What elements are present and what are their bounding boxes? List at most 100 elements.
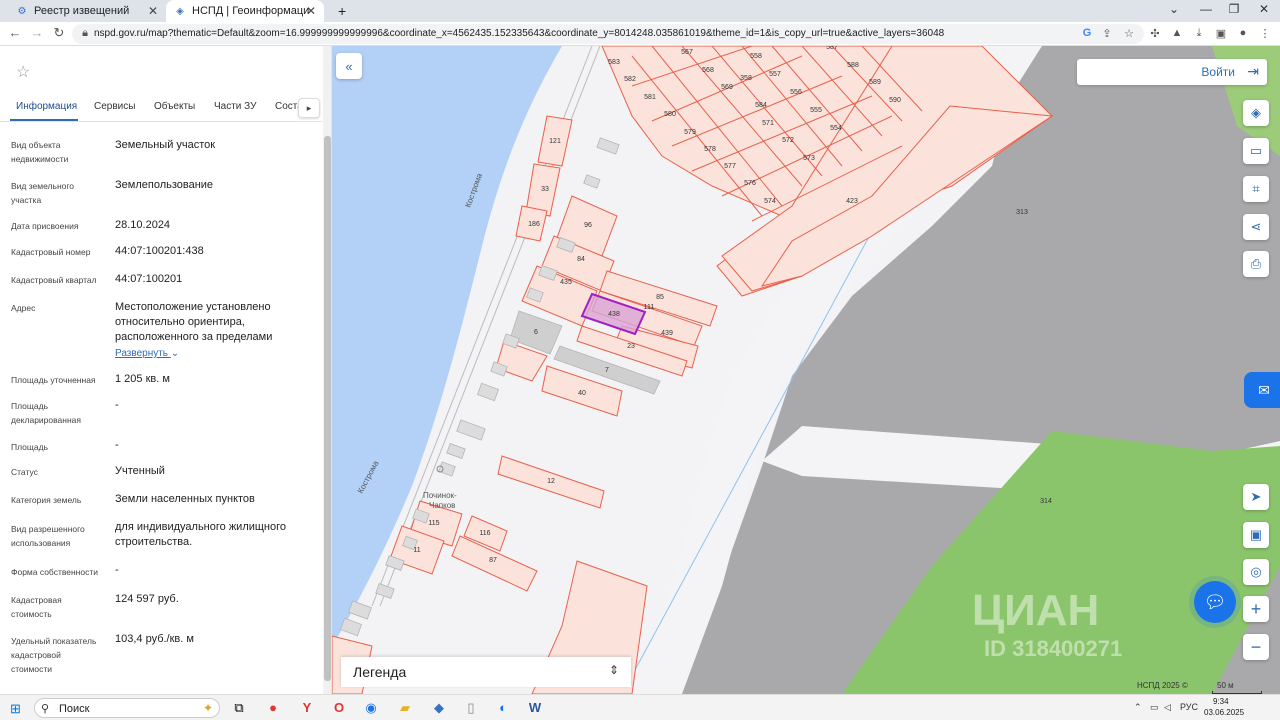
- parcel-label: 87: [489, 557, 497, 564]
- url-text[interactable]: nspd.gov.ru/map?thematic=Default&zoom=16…: [94, 28, 944, 39]
- sparkle-icon: ✦: [202, 701, 213, 715]
- login-label: Войти: [1201, 65, 1235, 79]
- taskbar-search[interactable]: ⚲ Поиск ✦: [34, 698, 220, 718]
- ruler-button[interactable]: ▭: [1243, 138, 1269, 164]
- download-icon[interactable]: ⤓: [1192, 27, 1206, 40]
- field-value: 44:07:100201: [115, 273, 183, 285]
- volume-icon[interactable]: ◁: [1164, 702, 1171, 713]
- close-tab-icon[interactable]: ✕: [306, 4, 316, 18]
- select-area-button[interactable]: ⌗: [1243, 176, 1269, 202]
- clock-date[interactable]: 03.06.2025: [1204, 708, 1244, 717]
- browser-tab-nspd[interactable]: ◈ НСПД | Геоинформационный п ✕: [166, 0, 324, 22]
- field-label: Вид разрешенного использования: [11, 524, 85, 548]
- legend-toggle-icon[interactable]: ⇕: [609, 663, 619, 677]
- tabs-scroll-right-button[interactable]: ▸: [298, 98, 320, 118]
- task-view-icon[interactable]: ⧉: [230, 699, 248, 717]
- geo-search-button[interactable]: ◎: [1243, 559, 1269, 585]
- collapse-panel-button[interactable]: «: [336, 53, 362, 79]
- zoom-in-button[interactable]: +: [1243, 596, 1269, 622]
- legend-bar[interactable]: Легенда ⇕: [341, 657, 631, 687]
- browser-tab-title: Реестр извещений: [34, 5, 130, 17]
- login-button[interactable]: Войти ⇥: [1077, 59, 1267, 85]
- expand-label: Развернуть: [115, 348, 169, 359]
- field-value: 1 205 кв. м: [115, 373, 170, 385]
- parcel-label: 587: [826, 46, 838, 51]
- tray-chevron-icon[interactable]: ⌃: [1134, 702, 1142, 713]
- parcel-label: 186: [528, 221, 540, 228]
- cadastral-map[interactable]: 567 583 568 558 587 588 582 569 358 557 …: [332, 46, 1280, 694]
- favorite-star-icon[interactable]: ☆: [16, 62, 30, 82]
- close-window-button[interactable]: ✕: [1254, 2, 1274, 16]
- layers-button[interactable]: ◈: [1243, 100, 1269, 126]
- close-tab-icon[interactable]: ✕: [148, 4, 158, 18]
- network-icon[interactable]: ▭: [1150, 702, 1159, 713]
- tab-search-icon[interactable]: ⌄: [1164, 2, 1184, 16]
- minimap-button[interactable]: ▣: [1243, 522, 1269, 548]
- sidebar-icon[interactable]: ▣: [1214, 27, 1228, 40]
- app-icon[interactable]: ◆: [430, 699, 448, 717]
- opera-icon[interactable]: O: [330, 699, 348, 717]
- search-icon: ⚲: [41, 703, 50, 715]
- maximize-button[interactable]: ❐: [1224, 2, 1244, 16]
- nspd-favicon-icon: ◈: [176, 5, 184, 17]
- reload-icon[interactable]: ↻: [50, 25, 68, 41]
- tab-parts[interactable]: Части ЗУ: [214, 101, 256, 112]
- parcel-label: 578: [704, 146, 716, 153]
- parcel-label: 574: [764, 198, 776, 205]
- tab-services[interactable]: Сервисы: [94, 101, 135, 112]
- river: [332, 46, 562, 646]
- parcel-label: 6: [534, 329, 538, 336]
- share-icon[interactable]: ⇪: [1100, 27, 1114, 40]
- my-location-button[interactable]: ➤: [1243, 484, 1269, 510]
- support-side-tab[interactable]: ✉: [1244, 372, 1280, 408]
- zoom-out-button[interactable]: −: [1243, 634, 1269, 660]
- google-icon[interactable]: G: [1080, 27, 1094, 39]
- windows-start-icon[interactable]: ⊞: [10, 701, 21, 717]
- site-info-icon[interactable]: 🔒︎: [78, 27, 92, 40]
- map-canvas[interactable]: 567 583 568 558 587 588 582 569 358 557 …: [332, 46, 1280, 694]
- clock-time[interactable]: 9:34: [1213, 697, 1229, 706]
- parcel-label: 580: [664, 111, 676, 118]
- parcel-label: 556: [790, 89, 802, 96]
- chat-button[interactable]: 💬︎: [1194, 581, 1236, 623]
- menu-icon[interactable]: ⋮: [1258, 27, 1272, 40]
- share-map-button[interactable]: ⋖: [1243, 214, 1269, 240]
- field-label: Кадастровый номер: [11, 247, 91, 257]
- profile-icon[interactable]: ●: [1236, 27, 1250, 39]
- parcel-label: 572: [782, 137, 794, 144]
- building: [339, 617, 363, 637]
- browser-tab-title: НСПД | Геоинформационный п: [192, 5, 310, 17]
- parcel-label: 423: [846, 198, 858, 205]
- minimize-button[interactable]: —: [1196, 2, 1216, 16]
- expand-link[interactable]: Развернуть ⌄: [115, 348, 179, 359]
- panel-scrollbar-thumb[interactable]: [324, 136, 331, 681]
- back-icon[interactable]: ←: [6, 25, 24, 40]
- field-label: Площадь: [11, 442, 49, 452]
- yandex-icon[interactable]: ●: [264, 699, 282, 717]
- login-icon: ⇥: [1247, 63, 1259, 79]
- parcel-label: 358: [740, 75, 752, 82]
- language-indicator[interactable]: РУС: [1180, 702, 1198, 712]
- tab-info[interactable]: Информация: [16, 101, 77, 112]
- building: [596, 137, 620, 155]
- file-explorer-icon[interactable]: ▰: [396, 699, 414, 717]
- field-label: Категория земель: [11, 495, 82, 505]
- extension-icon[interactable]: ▲: [1170, 27, 1184, 39]
- document-icon[interactable]: ▯: [462, 699, 480, 717]
- word-icon[interactable]: W: [526, 699, 544, 717]
- browser-tab-strip: ⚙ Реестр извещений ✕ ◈ НСПД | Геоинформа…: [0, 0, 1280, 22]
- field-label: Кадастровая стоимость: [11, 595, 62, 619]
- field-value: Земельный участок: [115, 139, 216, 151]
- forward-icon[interactable]: →: [28, 25, 46, 40]
- extensions-icon[interactable]: ✣: [1148, 27, 1162, 40]
- yandex-browser-icon[interactable]: Y: [298, 699, 316, 717]
- parcel-label: 11: [413, 547, 420, 554]
- bookmark-star-icon[interactable]: ☆: [1122, 27, 1136, 40]
- chrome-icon[interactable]: ◐: [494, 699, 512, 717]
- tab-objects[interactable]: Объекты: [154, 101, 195, 112]
- edge-icon[interactable]: ◉: [362, 699, 380, 717]
- new-tab-button[interactable]: +: [330, 0, 354, 22]
- print-button[interactable]: ⎙: [1243, 251, 1269, 277]
- browser-tab-registry[interactable]: ⚙ Реестр извещений ✕: [8, 0, 166, 22]
- building: [446, 443, 466, 459]
